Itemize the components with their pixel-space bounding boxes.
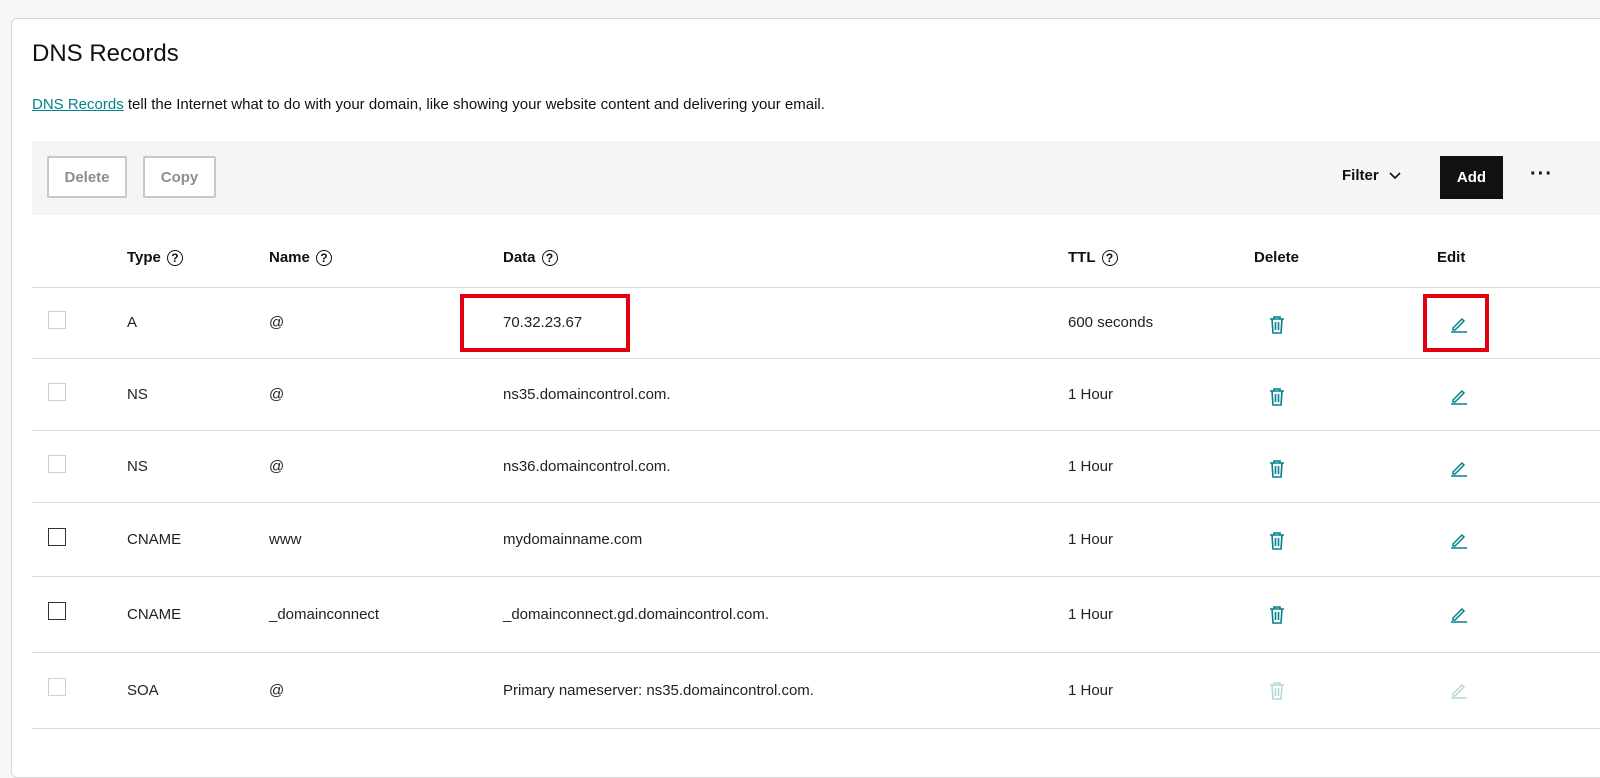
help-icon[interactable]: ? — [1101, 249, 1118, 266]
table-row: A @ 70.32.23.67 600 seconds — [32, 287, 1600, 359]
help-icon[interactable]: ? — [315, 249, 332, 266]
column-delete-label: Delete — [1254, 249, 1300, 266]
record-name: www — [269, 531, 302, 548]
trash-icon[interactable] — [1268, 387, 1286, 407]
record-type: SOA — [127, 682, 159, 699]
row-checkbox[interactable] — [48, 311, 66, 329]
record-data: Primary nameserver: ns35.domaincontrol.c… — [503, 682, 814, 699]
column-ttl-label: TTL — [1068, 249, 1096, 266]
trash-icon[interactable] — [1268, 315, 1286, 335]
record-name: @ — [269, 682, 285, 699]
record-ttl: 1 Hour — [1068, 682, 1114, 699]
records-toolbar: Delete Copy Filter Add ··· — [32, 141, 1600, 215]
record-data: mydomainname.com — [503, 531, 643, 548]
row-checkbox[interactable] — [48, 602, 66, 620]
table-row: NS @ ns36.domaincontrol.com. 1 Hour — [32, 431, 1600, 503]
filter-dropdown[interactable]: Filter — [1342, 167, 1401, 184]
filter-label: Filter — [1342, 167, 1379, 184]
record-type: CNAME — [127, 606, 182, 623]
record-ttl: 1 Hour — [1068, 606, 1114, 623]
help-icon[interactable]: ? — [541, 249, 558, 266]
table-row: CNAME www mydomainname.com 1 Hour — [32, 503, 1600, 577]
intro-text: DNS Records tell the Internet what to do… — [32, 96, 825, 113]
record-name: @ — [269, 314, 285, 331]
copy-selected-button[interactable]: Copy — [143, 156, 216, 198]
column-name-label: Name — [269, 249, 310, 266]
record-data: _domainconnect.gd.domaincontrol.com. — [503, 606, 769, 623]
record-type: A — [127, 314, 138, 331]
column-data-label: Data — [503, 249, 536, 266]
record-ttl: 600 seconds — [1068, 314, 1154, 331]
row-checkbox[interactable] — [48, 455, 66, 473]
record-name: @ — [269, 386, 285, 403]
help-icon[interactable]: ? — [166, 249, 183, 266]
record-ttl: 1 Hour — [1068, 531, 1114, 548]
pencil-icon[interactable] — [1450, 387, 1468, 405]
record-ttl: 1 Hour — [1068, 458, 1114, 475]
highlight-box-data — [460, 294, 630, 352]
table-row: CNAME _domainconnect _domainconnect.gd.d… — [32, 577, 1600, 653]
table-header: Type ? Name ? Data ? TTL ? Delete Edit — [32, 216, 1600, 288]
page-title: DNS Records — [32, 40, 179, 67]
record-data: ns35.domaincontrol.com. — [503, 386, 671, 403]
column-header-edit: Edit — [1437, 249, 1465, 266]
record-type: NS — [127, 386, 148, 403]
chevron-down-icon — [1389, 171, 1401, 179]
row-checkbox[interactable] — [48, 528, 66, 546]
trash-icon[interactable] — [1268, 459, 1286, 479]
dns-records-link[interactable]: DNS Records — [32, 96, 124, 113]
trash-icon[interactable] — [1268, 605, 1286, 625]
record-type: CNAME — [127, 531, 182, 548]
record-ttl: 1 Hour — [1068, 386, 1114, 403]
column-edit-label: Edit — [1437, 249, 1466, 266]
record-type: NS — [127, 458, 148, 475]
pencil-icon[interactable] — [1450, 459, 1468, 477]
add-record-button[interactable]: Add — [1440, 156, 1503, 199]
column-header-delete: Delete — [1254, 249, 1299, 266]
intro-description: tell the Internet what to do with your d… — [123, 96, 825, 113]
table-row: SOA @ Primary nameserver: ns35.domaincon… — [32, 653, 1600, 729]
record-name: _domainconnect — [269, 606, 380, 623]
column-header-ttl: TTL ? — [1068, 249, 1118, 266]
table-row: NS @ ns35.domaincontrol.com. 1 Hour — [32, 359, 1600, 431]
column-type-label: Type — [127, 249, 161, 266]
pencil-icon[interactable] — [1450, 605, 1468, 623]
highlight-box-edit — [1423, 294, 1489, 352]
column-header-type: Type ? — [127, 249, 183, 266]
record-data: ns36.domaincontrol.com. — [503, 458, 671, 475]
trash-icon[interactable] — [1268, 531, 1286, 551]
pencil-icon — [1451, 683, 1467, 699]
column-header-name: Name ? — [269, 249, 332, 266]
trash-icon — [1270, 682, 1284, 700]
delete-selected-button[interactable]: Delete — [47, 156, 127, 198]
record-name: @ — [269, 458, 285, 475]
column-header-data: Data ? — [503, 249, 558, 266]
pencil-icon[interactable] — [1450, 531, 1468, 549]
row-checkbox[interactable] — [48, 383, 66, 401]
more-options-icon[interactable]: ··· — [1530, 163, 1553, 186]
row-checkbox[interactable] — [48, 678, 66, 696]
